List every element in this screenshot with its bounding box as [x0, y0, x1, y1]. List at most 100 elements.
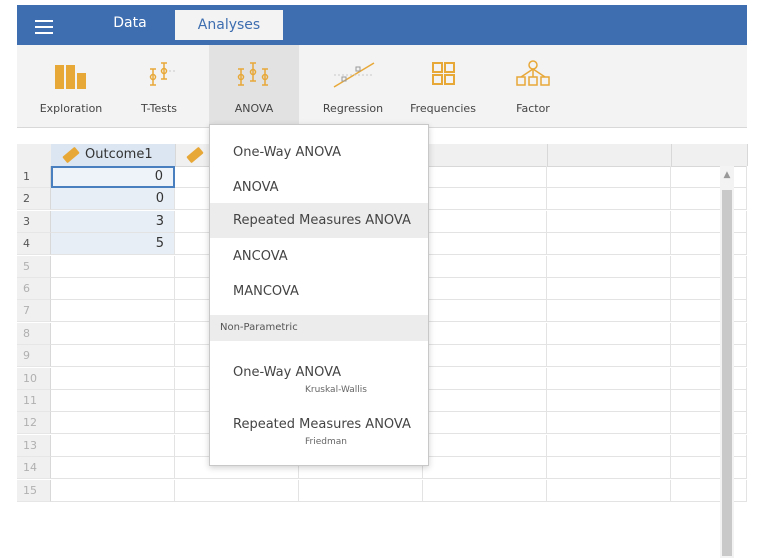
- table-cell[interactable]: [547, 434, 671, 457]
- table-cell[interactable]: [51, 345, 175, 368]
- table-cell[interactable]: [547, 278, 671, 300]
- row-number[interactable]: 11: [17, 390, 51, 412]
- tab-data[interactable]: Data: [100, 6, 160, 40]
- row-number[interactable]: 14: [17, 457, 51, 480]
- table-cell[interactable]: [423, 166, 547, 188]
- factor-button[interactable]: Factor: [497, 45, 569, 127]
- table-cell[interactable]: [423, 457, 547, 480]
- table-cell[interactable]: [671, 457, 747, 480]
- table-cell[interactable]: [671, 367, 747, 390]
- table-cell[interactable]: [547, 255, 671, 278]
- table-cell[interactable]: [671, 300, 747, 323]
- table-cell[interactable]: [51, 278, 175, 300]
- table-cell[interactable]: [547, 322, 671, 345]
- table-cell[interactable]: [423, 233, 547, 256]
- t-tests-button[interactable]: T-Tests: [123, 45, 195, 127]
- menu-item-one-way-anova[interactable]: One-Way ANOVA: [210, 135, 428, 170]
- table-cell[interactable]: [547, 412, 671, 435]
- table-cell[interactable]: [423, 300, 547, 323]
- row-number[interactable]: 1: [17, 166, 51, 188]
- table-cell[interactable]: [547, 457, 671, 480]
- table-cell[interactable]: [51, 255, 175, 278]
- table-cell[interactable]: [423, 188, 547, 211]
- table-cell[interactable]: [423, 322, 547, 345]
- regression-button[interactable]: Regression: [307, 45, 399, 127]
- table-cell[interactable]: [423, 367, 547, 390]
- table-cell[interactable]: [547, 188, 671, 211]
- table-cell[interactable]: [671, 166, 747, 188]
- table-cell[interactable]: [51, 322, 175, 345]
- row-number[interactable]: 13: [17, 434, 51, 457]
- table-cell[interactable]: [671, 412, 747, 435]
- row-number[interactable]: 8: [17, 322, 51, 345]
- hamburger-menu-icon[interactable]: [35, 20, 53, 34]
- menu-item-ancova[interactable]: ANCOVA: [210, 239, 428, 274]
- row-number[interactable]: 4: [17, 233, 51, 256]
- row-number[interactable]: 5: [17, 255, 51, 278]
- menu-item-repeated-measures-anova[interactable]: Repeated Measures ANOVA: [210, 203, 428, 238]
- table-cell[interactable]: [51, 300, 175, 323]
- table-cell[interactable]: [51, 367, 175, 390]
- tab-analyses[interactable]: Analyses: [175, 10, 283, 40]
- table-cell[interactable]: [175, 479, 299, 502]
- table-cell[interactable]: [547, 166, 671, 188]
- table-cell[interactable]: [671, 210, 747, 233]
- table-cell[interactable]: [51, 390, 175, 412]
- table-cell[interactable]: [671, 322, 747, 345]
- table-cell[interactable]: [51, 479, 175, 502]
- menu-item-anova[interactable]: ANOVA: [210, 170, 428, 205]
- table-cell[interactable]: [547, 233, 671, 256]
- table-cell[interactable]: [423, 390, 547, 412]
- column-header-6[interactable]: [671, 144, 748, 166]
- scroll-thumb[interactable]: [722, 190, 732, 556]
- menu-item-mancova[interactable]: MANCOVA: [210, 274, 428, 309]
- table-cell[interactable]: 5: [51, 233, 175, 256]
- row-number[interactable]: 6: [17, 278, 51, 300]
- column-header-5[interactable]: [547, 144, 672, 166]
- menu-item-kruskal-wallis[interactable]: One-Way ANOVA Kruskal-Wallis: [210, 357, 428, 401]
- table-cell[interactable]: [671, 233, 747, 256]
- table-cell[interactable]: [423, 345, 547, 368]
- table-cell[interactable]: [51, 434, 175, 457]
- anova-button[interactable]: ANOVA: [209, 45, 299, 127]
- scroll-up-arrow-icon[interactable]: ▲: [720, 170, 734, 180]
- menu-item-friedman[interactable]: Repeated Measures ANOVA Friedman: [210, 409, 428, 453]
- table-cell[interactable]: [547, 345, 671, 368]
- table-cell[interactable]: [51, 457, 175, 480]
- table-cell[interactable]: [423, 210, 547, 233]
- row-number[interactable]: 10: [17, 367, 51, 390]
- row-number[interactable]: 15: [17, 479, 51, 502]
- column-header-4[interactable]: [423, 144, 548, 166]
- column-header-outcome1[interactable]: Outcome1: [51, 144, 176, 166]
- table-cell[interactable]: [671, 188, 747, 211]
- table-cell[interactable]: [423, 412, 547, 435]
- table-cell[interactable]: [423, 255, 547, 278]
- row-number[interactable]: 12: [17, 412, 51, 435]
- table-cell[interactable]: [547, 210, 671, 233]
- row-number[interactable]: 3: [17, 210, 51, 233]
- table-cell[interactable]: 3: [51, 210, 175, 233]
- exploration-button[interactable]: Exploration: [35, 45, 107, 127]
- vertical-scrollbar[interactable]: ▲: [720, 166, 734, 558]
- table-cell[interactable]: [299, 479, 423, 502]
- table-cell[interactable]: [671, 390, 747, 412]
- table-cell[interactable]: 0: [51, 166, 175, 188]
- table-cell[interactable]: [423, 479, 547, 502]
- table-cell[interactable]: [671, 255, 747, 278]
- table-cell[interactable]: [671, 345, 747, 368]
- table-cell[interactable]: [671, 479, 747, 502]
- table-cell[interactable]: [547, 390, 671, 412]
- table-cell[interactable]: [671, 278, 747, 300]
- table-cell[interactable]: 0: [51, 188, 175, 211]
- table-cell[interactable]: [51, 412, 175, 435]
- table-cell[interactable]: [547, 479, 671, 502]
- frequencies-button[interactable]: Frequencies: [403, 45, 483, 127]
- table-cell[interactable]: [547, 367, 671, 390]
- row-number[interactable]: 7: [17, 300, 51, 323]
- row-number[interactable]: 2: [17, 188, 51, 211]
- table-cell[interactable]: [423, 278, 547, 300]
- table-cell[interactable]: [547, 300, 671, 323]
- table-cell[interactable]: [423, 434, 547, 457]
- table-cell[interactable]: [671, 434, 747, 457]
- row-number[interactable]: 9: [17, 345, 51, 368]
